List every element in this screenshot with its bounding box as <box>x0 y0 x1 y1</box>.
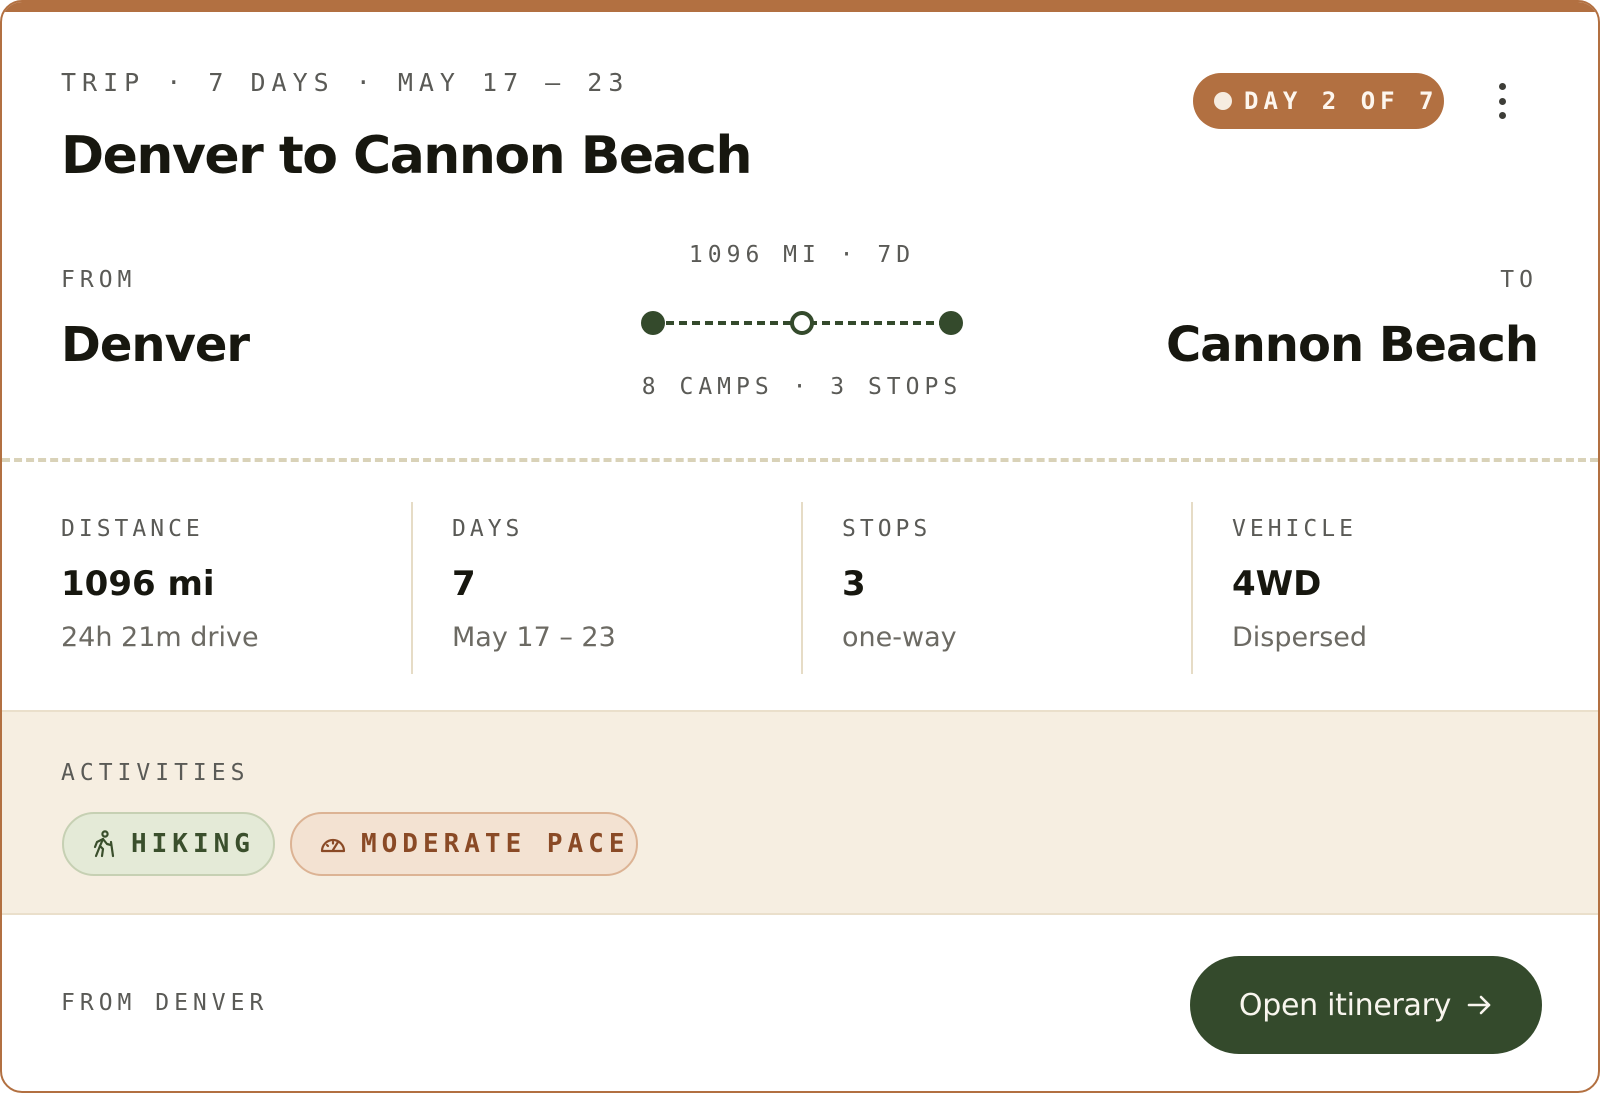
day-progress-badge: DAY 2 OF 7 <box>1193 73 1444 129</box>
dashed-divider <box>2 458 1598 462</box>
stat-label: VEHICLE <box>1232 516 1357 542</box>
speedometer-icon <box>320 838 346 853</box>
stat-label: STOPS <box>842 516 932 542</box>
chip-moderate-pace[interactable]: MODERATE PACE <box>290 812 638 876</box>
stat-divider <box>411 502 413 674</box>
route-current-dot <box>790 311 814 335</box>
footer-origin-label: FROM DENVER <box>61 990 269 1016</box>
activities-section: ACTIVITIES HIKING MODERATE PACE <box>2 710 1598 915</box>
from-city: Denver <box>61 317 250 373</box>
stat-sub: Dispersed <box>1232 622 1368 653</box>
trip-title: Denver to Cannon Beach <box>61 126 753 186</box>
status-dot-icon <box>1214 92 1232 110</box>
stat-value: 3 <box>842 564 866 604</box>
chip-hiking[interactable]: HIKING <box>62 812 275 876</box>
stat-label: DISTANCE <box>61 516 204 542</box>
kebab-menu-icon[interactable] <box>1486 80 1518 122</box>
trip-card: TRIP · 7 DAYS · MAY 17 – 23 Denver to Ca… <box>0 0 1600 1093</box>
stat-divider <box>1191 502 1193 674</box>
open-itinerary-label: Open itinerary <box>1238 987 1452 1023</box>
stat-sub: May 17 – 23 <box>452 622 616 653</box>
stats-row: DISTANCE 1096 mi 24h 21m drive DAYS 7 Ma… <box>2 502 1598 674</box>
stat-sub: 24h 21m drive <box>61 622 259 653</box>
route-summary-stops: 8 CAMPS · 3 STOPS <box>641 374 963 400</box>
trip-eyebrow: TRIP · 7 DAYS · MAY 17 – 23 <box>61 68 630 97</box>
to-city: Cannon Beach <box>1166 317 1539 373</box>
from-label: FROM <box>61 267 137 293</box>
route-start-dot <box>641 311 665 335</box>
stat-stops: STOPS 3 one-way <box>842 502 1182 674</box>
open-itinerary-button[interactable]: Open itinerary <box>1190 956 1542 1054</box>
chip-label: HIKING <box>131 829 255 859</box>
hiker-icon <box>93 830 115 858</box>
to-label: TO <box>1500 267 1538 293</box>
route-summary-distance: 1096 MI · 7D <box>688 242 916 268</box>
stat-label: DAYS <box>452 516 524 542</box>
accent-bar <box>2 2 1598 12</box>
stat-days: DAYS 7 May 17 – 23 <box>452 502 792 674</box>
stat-distance: DISTANCE 1096 mi 24h 21m drive <box>61 502 411 674</box>
stat-divider <box>801 502 803 674</box>
stat-vehicle: VEHICLE 4WD Dispersed <box>1232 502 1572 674</box>
route-end-dot <box>939 311 963 335</box>
stat-sub: one-way <box>842 622 957 653</box>
stat-value: 7 <box>452 564 476 604</box>
route-progress-line <box>641 311 963 335</box>
arrow-right-icon <box>1467 995 1491 1015</box>
day-badge-label: DAY 2 OF 7 <box>1244 87 1439 115</box>
stat-value: 4WD <box>1232 564 1322 604</box>
activities-label: ACTIVITIES <box>61 760 250 786</box>
stat-value: 1096 mi <box>61 564 215 604</box>
chip-label: MODERATE PACE <box>361 829 630 859</box>
